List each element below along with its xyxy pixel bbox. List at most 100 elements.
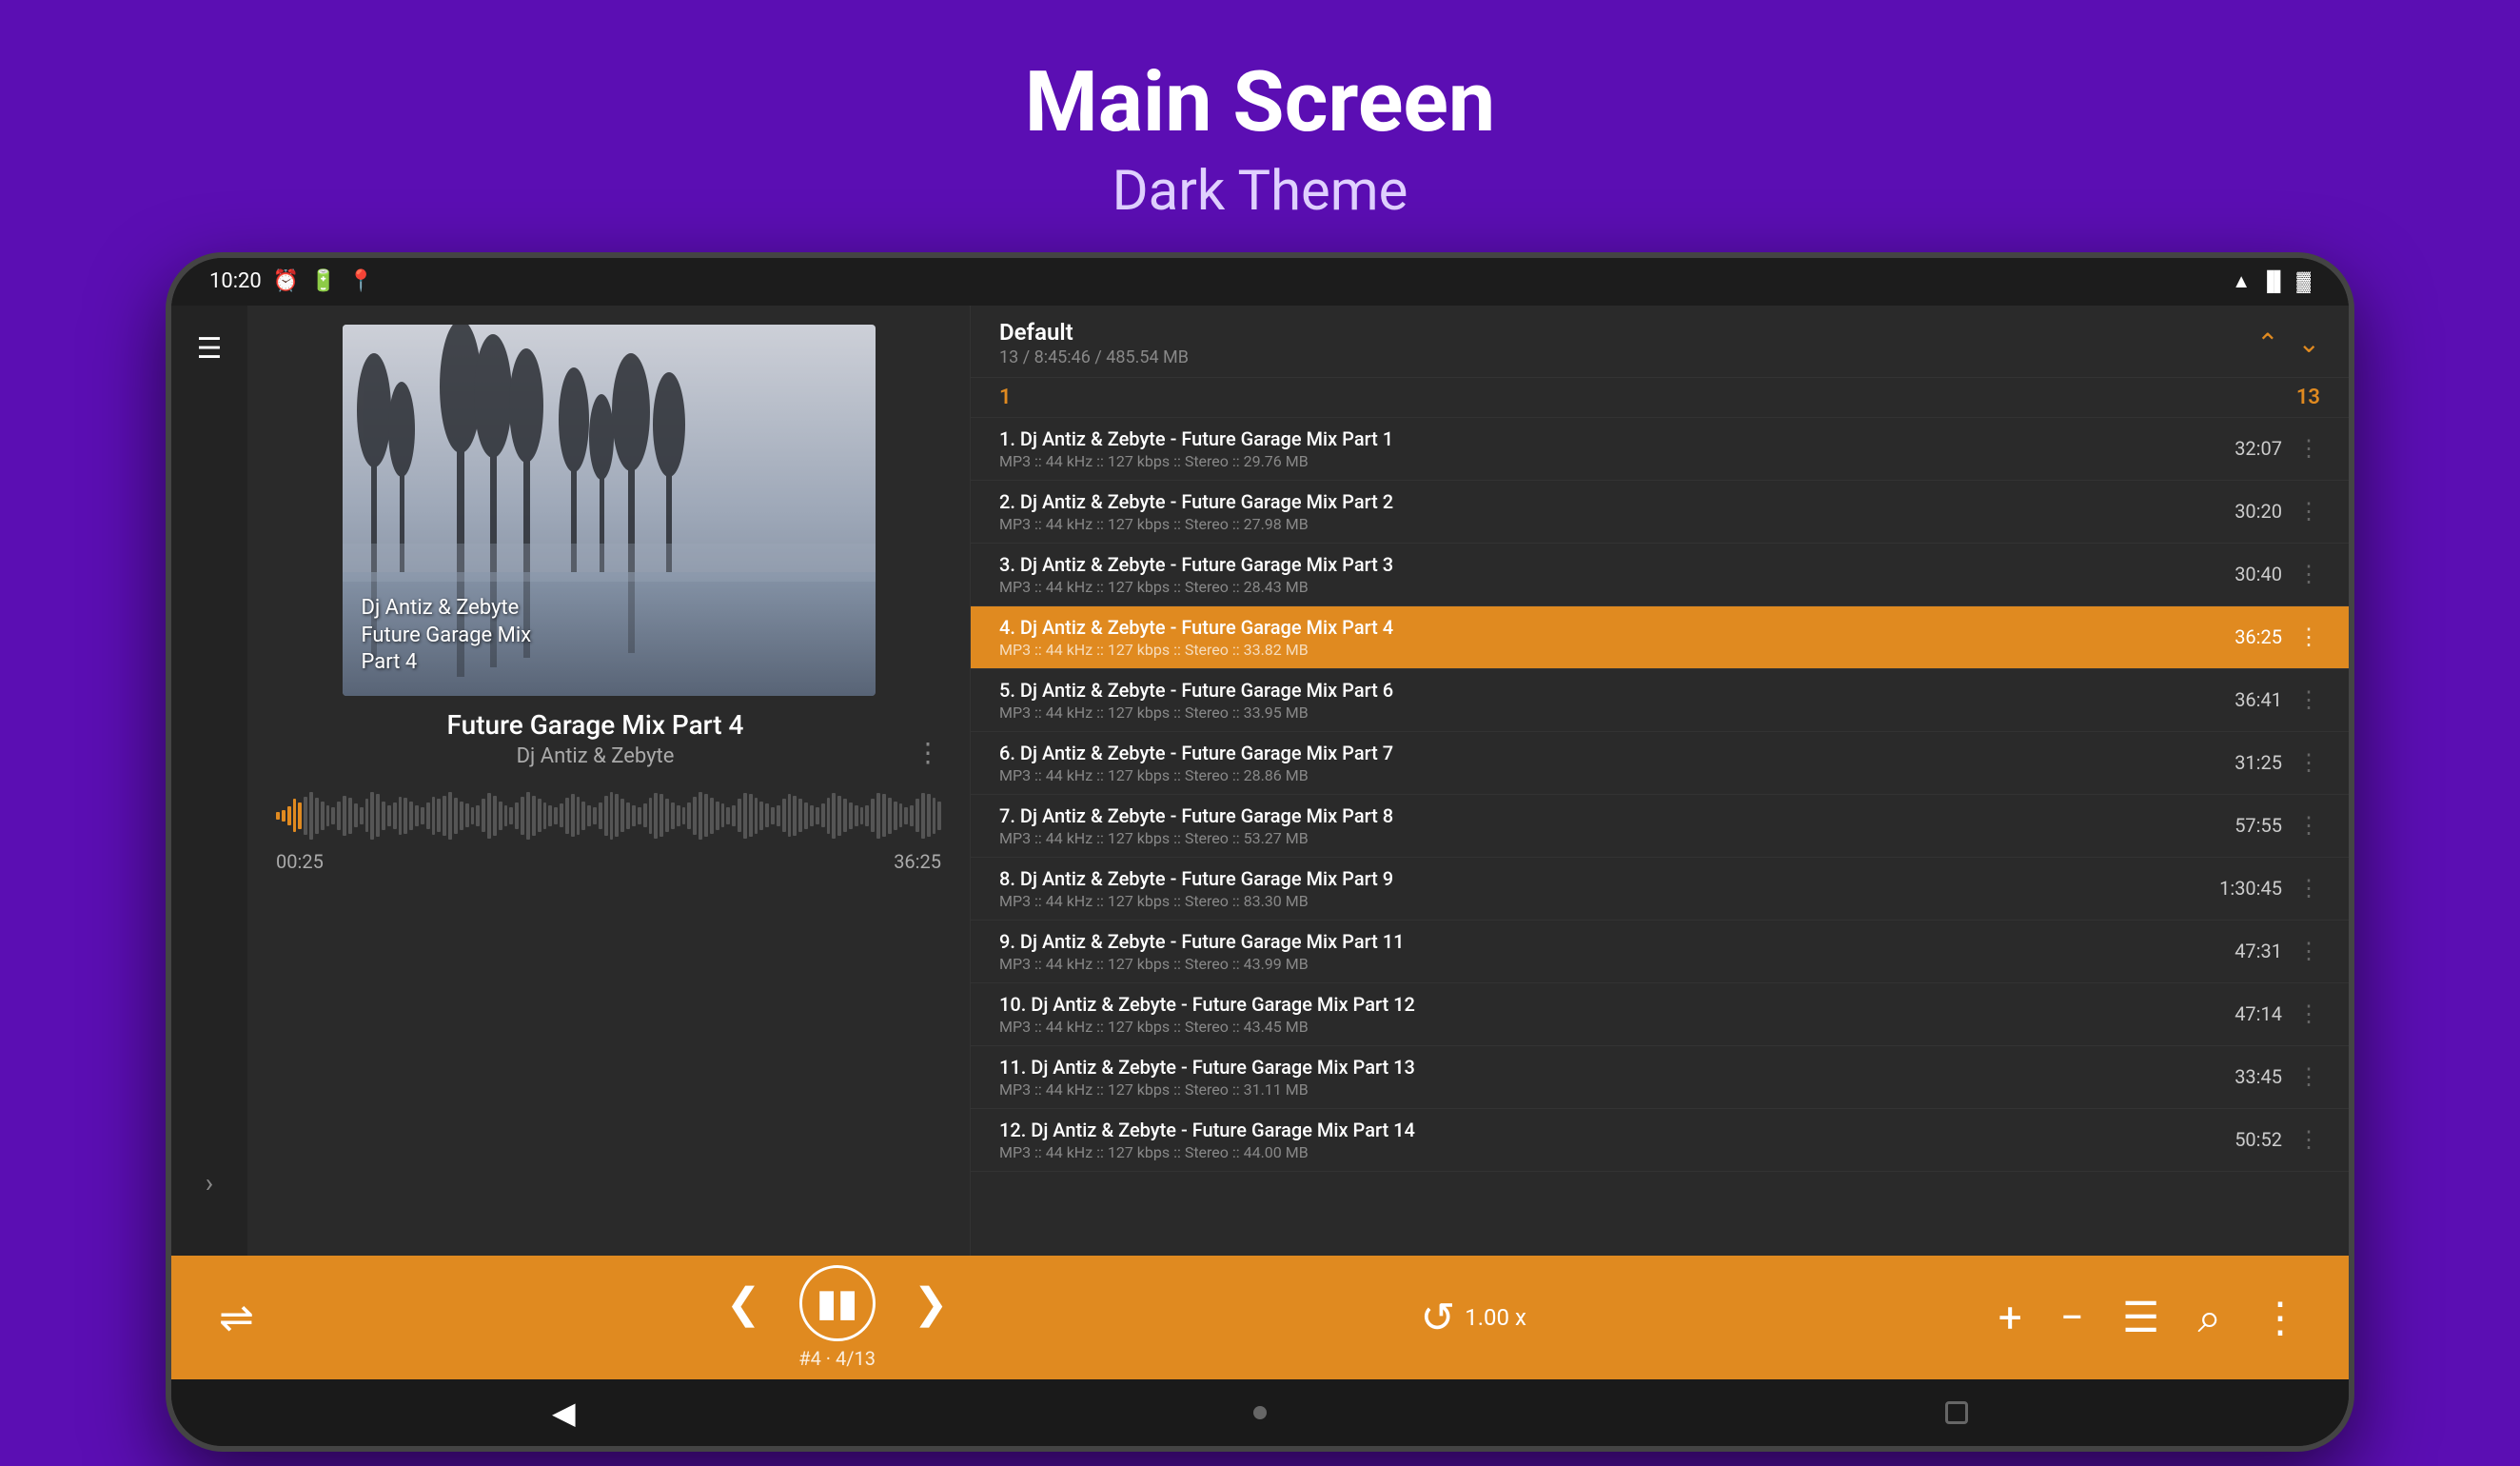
track-duration: 33:45 [2235, 1065, 2282, 1088]
player-panel: Dj Antiz & Zebyte Future Garage Mix Part… [247, 306, 971, 1256]
track-more-icon[interactable]: ⋮ [2297, 749, 2320, 776]
track-more-icon[interactable]: ⋮ [2297, 1126, 2320, 1153]
waveform-bar [620, 799, 624, 832]
collapse-up-icon[interactable]: ⌃ [2256, 327, 2278, 359]
queue-button[interactable]: ☰ [2122, 1293, 2159, 1342]
waveform-bar [565, 798, 569, 834]
track-row[interactable]: 1. Dj Antiz & Zebyte - Future Garage Mix… [971, 418, 2349, 481]
waveform-bar [337, 802, 341, 830]
track-more-icon[interactable]: ⋮ [2297, 812, 2320, 839]
next-button[interactable]: ❯ [914, 1278, 949, 1328]
waveform-bar [304, 797, 307, 835]
waveform-bar [882, 794, 886, 837]
main-area: ☰ › [171, 306, 2349, 1256]
waveform-bar [382, 802, 385, 830]
more-options-button[interactable]: ⋮ [2259, 1293, 2301, 1342]
waveform-bar [443, 796, 446, 836]
waveform-bar [309, 792, 313, 840]
remove-from-queue-button[interactable]: − [2060, 1293, 2084, 1342]
waveform-container[interactable]: 00:25 36:25 [276, 787, 941, 873]
track-row[interactable]: 10. Dj Antiz & Zebyte - Future Garage Mi… [971, 983, 2349, 1046]
waveform-bar [682, 807, 686, 824]
track-info: Future Garage Mix Part 4 Dj Antiz & Zeby… [276, 709, 941, 768]
track-row[interactable]: 3. Dj Antiz & Zebyte - Future Garage Mix… [971, 544, 2349, 606]
waveform-bar [331, 807, 335, 824]
waveform-bar [360, 807, 364, 824]
track-row-meta: MP3 :: 44 kHz :: 127 kbps :: Stereo :: 3… [999, 641, 2235, 659]
track-more-icon[interactable]: ⋮ [2297, 1000, 2320, 1027]
track-row-info: 12. Dj Antiz & Zebyte - Future Garage Mi… [999, 1119, 2235, 1161]
playlist-items[interactable]: 1. Dj Antiz & Zebyte - Future Garage Mix… [971, 418, 2349, 1256]
back-nav-button[interactable]: ◀ [552, 1395, 576, 1431]
track-row[interactable]: 2. Dj Antiz & Zebyte - Future Garage Mix… [971, 481, 2349, 544]
track-more-icon[interactable]: ⋮ [2297, 435, 2320, 462]
track-row[interactable]: 8. Dj Antiz & Zebyte - Future Garage Mix… [971, 858, 2349, 921]
sidebar-collapse-icon[interactable]: › [206, 1167, 213, 1199]
track-row[interactable]: 12. Dj Antiz & Zebyte - Future Garage Mi… [971, 1109, 2349, 1172]
waveform-bar [399, 797, 403, 835]
controls-right: + − ☰ ⌕ ⋮ [1998, 1293, 2301, 1342]
waveform-bar [894, 802, 897, 830]
search-button[interactable]: ⌕ [2197, 1293, 2221, 1342]
track-more-icon[interactable]: ⋮ [2297, 938, 2320, 964]
waveform-bar [933, 798, 936, 834]
track-row-meta: MP3 :: 44 kHz :: 127 kbps :: Stereo :: 8… [999, 892, 2219, 910]
waveform-bar [726, 807, 730, 824]
track-duration: 1:30:45 [2219, 877, 2282, 900]
track-row[interactable]: 5. Dj Antiz & Zebyte - Future Garage Mix… [971, 669, 2349, 732]
waveform [276, 787, 941, 844]
waveform-bar [571, 794, 575, 837]
waveform-bar [315, 798, 319, 834]
recents-nav-button[interactable] [1945, 1401, 1968, 1424]
page-title: Main Screen [0, 57, 2520, 149]
track-row[interactable]: 9. Dj Antiz & Zebyte - Future Garage Mix… [971, 921, 2349, 983]
repeat-button[interactable]: ↺ [1420, 1293, 1455, 1342]
track-more-icon[interactable]: ⋮ [2297, 624, 2320, 650]
waveform-bar [543, 802, 547, 829]
prev-button[interactable]: ❮ [726, 1278, 761, 1328]
track-row[interactable]: 6. Dj Antiz & Zebyte - Future Garage Mix… [971, 732, 2349, 795]
track-row[interactable]: 7. Dj Antiz & Zebyte - Future Garage Mix… [971, 795, 2349, 858]
track-row-title: 10. Dj Antiz & Zebyte - Future Garage Mi… [999, 993, 2235, 1016]
waveform-bar [354, 803, 358, 827]
player-controls-bar: ⇌ ❮ ▮▮ ❯ #4 · 4/13 ↺ 1.00 x + − ☰ ⌕ ⋮ [171, 1256, 2349, 1379]
track-row-right: 30:20 ⋮ [2235, 498, 2320, 525]
track-row-meta: MP3 :: 44 kHz :: 127 kbps :: Stereo :: 5… [999, 829, 2235, 847]
waveform-bar [587, 805, 591, 826]
track-more-icon[interactable]: ⋮ [2297, 498, 2320, 525]
shuffle-button[interactable]: ⇌ [219, 1293, 254, 1342]
track-row-right: 36:25 ⋮ [2235, 624, 2320, 650]
collapse-down-icon[interactable]: ⌄ [2298, 327, 2320, 359]
track-more-icon[interactable]: ⋮ [2297, 875, 2320, 901]
track-row-meta: MP3 :: 44 kHz :: 127 kbps :: Stereo :: 2… [999, 766, 2235, 784]
waveform-bar [387, 805, 391, 826]
track-more-button[interactable]: ⋮ [915, 737, 941, 768]
battery-status-icon: ▓ [2296, 269, 2311, 293]
home-nav-button[interactable] [1253, 1406, 1267, 1419]
signal-icon: ▐▌ [2260, 269, 2287, 293]
waveform-bar [816, 807, 819, 824]
waveform-bar [738, 799, 741, 832]
waveform-bar [504, 805, 508, 826]
waveform-bar [599, 802, 602, 829]
controls-playback: ❮ ▮▮ ❯ [726, 1265, 949, 1341]
track-row[interactable]: 4. Dj Antiz & Zebyte - Future Garage Mix… [971, 606, 2349, 669]
track-duration: 30:20 [2235, 500, 2282, 523]
total-time: 36:25 [894, 850, 941, 873]
album-artist-text: Dj Antiz & Zebyte [362, 595, 532, 623]
track-more-icon[interactable]: ⋮ [2297, 561, 2320, 587]
track-row-meta: MP3 :: 44 kHz :: 127 kbps :: Stereo :: 2… [999, 452, 2235, 470]
track-row-right: 32:07 ⋮ [2235, 435, 2320, 462]
waveform-bar [788, 794, 792, 837]
track-more-icon[interactable]: ⋮ [2297, 686, 2320, 713]
waveform-bar [743, 793, 747, 839]
add-to-queue-button[interactable]: + [1998, 1293, 2022, 1342]
hamburger-menu-button[interactable]: ☰ [189, 325, 230, 373]
device-frame: 10:20 ⏰ 🔋 📍 ▲ ▐▌ ▓ ☰ › [166, 252, 2354, 1452]
waveform-bar [326, 805, 330, 826]
playlist-header-top: Default 13 / 8:45:46 / 485.54 MB ⌃ ⌄ [999, 319, 2320, 367]
waveform-bar [321, 802, 325, 830]
track-more-icon[interactable]: ⋮ [2297, 1063, 2320, 1090]
track-row[interactable]: 11. Dj Antiz & Zebyte - Future Garage Mi… [971, 1046, 2349, 1109]
pause-button[interactable]: ▮▮ [799, 1265, 876, 1341]
